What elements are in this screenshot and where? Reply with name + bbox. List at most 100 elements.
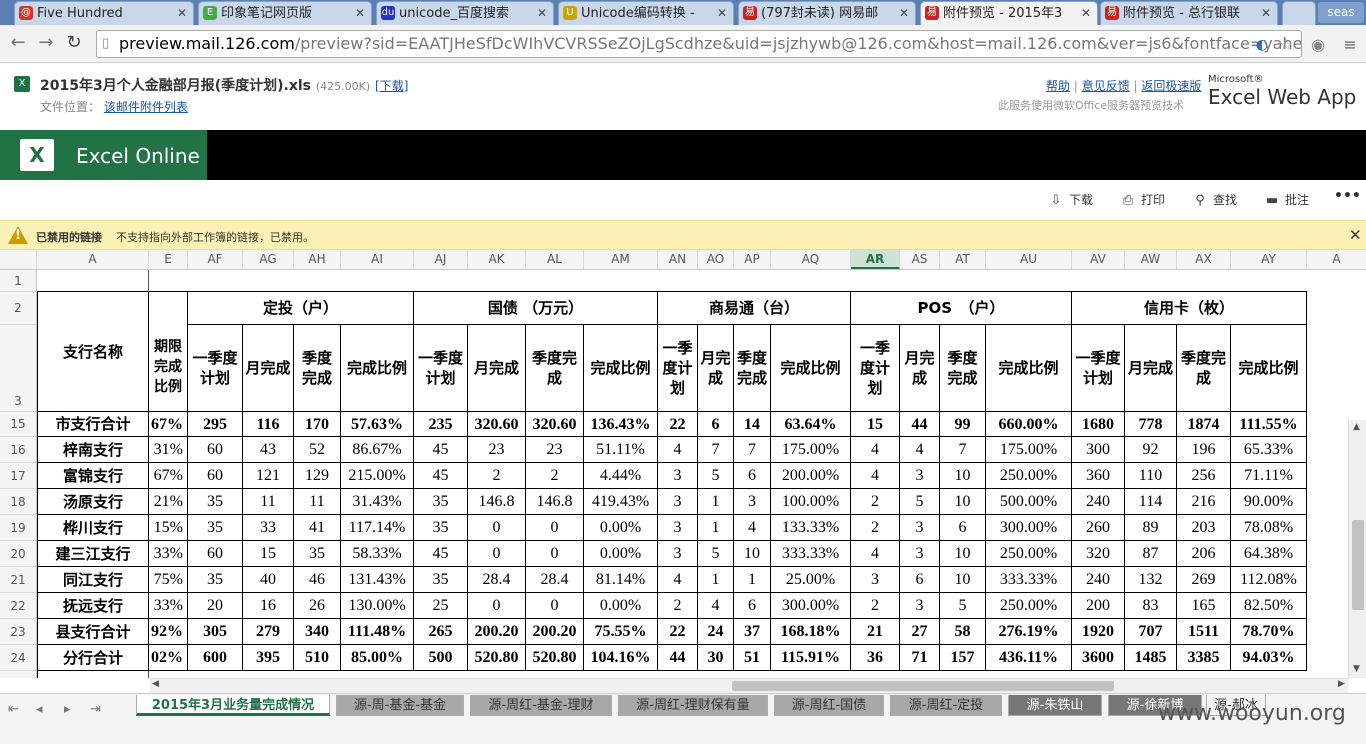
back-fast-link[interactable]: 返回极速版 xyxy=(1141,79,1201,93)
address-bar[interactable]: ▯ preview.mail.126.com/preview?sid=EAATJH… xyxy=(96,30,1302,58)
data-cell: 104.16% xyxy=(584,645,658,671)
close-icon[interactable]: ✕ xyxy=(355,2,365,25)
sheet-tab[interactable]: 源-周红-理财保有量 xyxy=(618,695,768,716)
data-cell: 10 xyxy=(940,463,986,489)
column-header[interactable]: AS xyxy=(900,250,940,269)
new-tab-button[interactable] xyxy=(1282,1,1316,25)
close-icon[interactable]: ✕ xyxy=(1349,226,1362,244)
row-header[interactable]: 1 xyxy=(0,270,36,292)
row-header[interactable]: 3 xyxy=(0,325,36,412)
menu-icon[interactable]: ≡ xyxy=(1338,34,1362,58)
extension-icon[interactable]: ◐ xyxy=(1250,34,1274,58)
scroll-down-icon[interactable]: ▼ xyxy=(1353,664,1360,674)
column-header[interactable]: AL xyxy=(526,250,584,269)
column-header[interactable]: AR xyxy=(851,250,900,269)
data-cell: 510 xyxy=(294,645,341,671)
row-header[interactable]: 23 xyxy=(0,619,36,645)
row-header[interactable]: 16 xyxy=(0,437,36,463)
browser-tab[interactable]: @ Five Hundred ✕ xyxy=(14,1,194,25)
column-header[interactable]: AM xyxy=(584,250,658,269)
close-icon[interactable]: ✕ xyxy=(899,2,909,25)
column-header[interactable]: AN xyxy=(658,250,698,269)
column-header[interactable]: AJ xyxy=(414,250,468,269)
browser-tab[interactable]: 易 (797封未读) 网易邮 ✕ xyxy=(738,1,916,25)
scroll-thumb[interactable] xyxy=(1352,520,1364,610)
help-link[interactable]: 帮助 xyxy=(1046,79,1070,93)
column-header[interactable]: AV xyxy=(1072,250,1125,269)
column-header[interactable]: E xyxy=(149,250,188,269)
forward-icon[interactable]: → xyxy=(34,32,58,56)
browser-tab[interactable]: 易附件预览 - 总行银联 ✕ xyxy=(1100,1,1278,25)
scroll-right-icon[interactable]: ▶ xyxy=(1338,679,1345,689)
column-header[interactable]: AK xyxy=(468,250,526,269)
data-cell: 175.00% xyxy=(986,437,1072,463)
service-note: 此服务使用微软Office服务器预览技术 xyxy=(998,99,1185,112)
row-header[interactable]: 17 xyxy=(0,463,36,489)
close-icon[interactable]: ✕ xyxy=(537,2,547,25)
sheet-tab-active[interactable]: 2015年3月业务量完成情况 xyxy=(136,695,330,716)
spreadsheet-grid[interactable]: 支行名称 期限完成比例 定投（户） 国债 （万元） 商易通（台） POS （户） 信用卡（枚… xyxy=(37,270,1348,678)
browser-tab[interactable]: du unicode_百度搜索 ✕ xyxy=(376,1,554,25)
column-header[interactable]: AT xyxy=(940,250,986,269)
vertical-scrollbar[interactable]: ▲ ▼ xyxy=(1348,420,1366,678)
select-all-corner[interactable] xyxy=(0,250,37,269)
scroll-left-icon[interactable]: ◀ xyxy=(152,679,159,689)
sheet-tab[interactable]: 源-周红-基金-理财 xyxy=(470,695,612,716)
row-header[interactable]: 20 xyxy=(0,541,36,567)
print-button[interactable]: ⎙ 打印 xyxy=(1120,191,1165,209)
reload-icon[interactable]: ↻ xyxy=(62,32,86,56)
close-icon[interactable]: ✕ xyxy=(717,2,727,25)
globe-icon[interactable]: ◉ xyxy=(1306,34,1330,58)
next-sheet-icon[interactable]: ▸ xyxy=(64,702,71,717)
prev-sheet-icon[interactable]: ◂ xyxy=(36,702,43,717)
close-icon[interactable]: ✕ xyxy=(177,2,187,25)
row-header[interactable]: 2 xyxy=(0,292,36,325)
horizontal-scrollbar[interactable]: ◀ ▶ xyxy=(150,678,1348,693)
row-header[interactable]: 22 xyxy=(0,593,36,619)
column-header[interactable]: AW xyxy=(1125,250,1177,269)
column-header[interactable]: AH xyxy=(294,250,341,269)
browser-tab[interactable]: E 印象笔记网页版 ✕ xyxy=(198,1,372,25)
first-sheet-icon[interactable]: ⇤ xyxy=(8,702,19,717)
browser-tab-active[interactable]: 易附件预览 - 2015年3 ✕ xyxy=(920,1,1098,26)
column-header[interactable]: AP xyxy=(734,250,771,269)
column-header[interactable]: AY xyxy=(1231,250,1307,269)
sheet-tab[interactable]: 源-周红-国债 xyxy=(774,695,884,716)
feedback-link[interactable]: 意见反馈 xyxy=(1082,79,1130,93)
row-header[interactable]: 15 xyxy=(0,412,36,437)
comment-button[interactable]: ▬ 批注 xyxy=(1264,191,1309,209)
sheet-tab[interactable]: 源-朱铁山 xyxy=(1008,695,1102,716)
scroll-thumb[interactable] xyxy=(732,681,1114,691)
profile-badge[interactable]: seas xyxy=(1318,2,1364,23)
browser-tab[interactable]: U Unicode编码转换 - ✕ xyxy=(558,1,734,25)
scroll-up-icon[interactable]: ▲ xyxy=(1353,422,1360,432)
attachment-list-link[interactable]: 该邮件附件列表 xyxy=(104,100,188,114)
find-button[interactable]: ⚲ 查找 xyxy=(1192,191,1237,209)
data-cell: 3 xyxy=(900,593,940,619)
column-header[interactable]: A xyxy=(37,250,149,269)
data-cell: 75.55% xyxy=(584,619,658,645)
column-header[interactable]: AI xyxy=(341,250,414,269)
more-button[interactable]: ••• xyxy=(1334,188,1361,204)
column-header[interactable]: AX xyxy=(1177,250,1231,269)
close-icon[interactable]: ✕ xyxy=(1081,2,1091,25)
column-header[interactable]: AU xyxy=(986,250,1072,269)
column-header[interactable]: AG xyxy=(243,250,294,269)
data-cell: 4.44% xyxy=(584,463,658,489)
row-header[interactable]: 18 xyxy=(0,489,36,515)
row-header[interactable]: 24 xyxy=(0,645,36,671)
column-header[interactable]: AQ xyxy=(771,250,851,269)
close-icon[interactable]: ✕ xyxy=(1261,2,1271,25)
row-header[interactable]: 19 xyxy=(0,515,36,541)
column-header[interactable]: AF xyxy=(188,250,243,269)
column-header[interactable]: AO xyxy=(698,250,734,269)
sheet-tab[interactable]: 源-周红-定投 xyxy=(890,695,1002,716)
back-icon[interactable]: ← xyxy=(6,32,30,56)
column-header[interactable]: A xyxy=(1307,250,1366,269)
sheet-tab[interactable]: 源-周-基金-基金 xyxy=(336,695,464,716)
bookmark-star-icon[interactable]: ☆ xyxy=(1274,34,1298,58)
download-button[interactable]: ⇩ 下载 xyxy=(1048,191,1093,209)
download-link[interactable]: [下载] xyxy=(375,79,408,93)
last-sheet-icon[interactable]: ⇥ xyxy=(90,702,101,717)
row-header[interactable]: 21 xyxy=(0,567,36,593)
